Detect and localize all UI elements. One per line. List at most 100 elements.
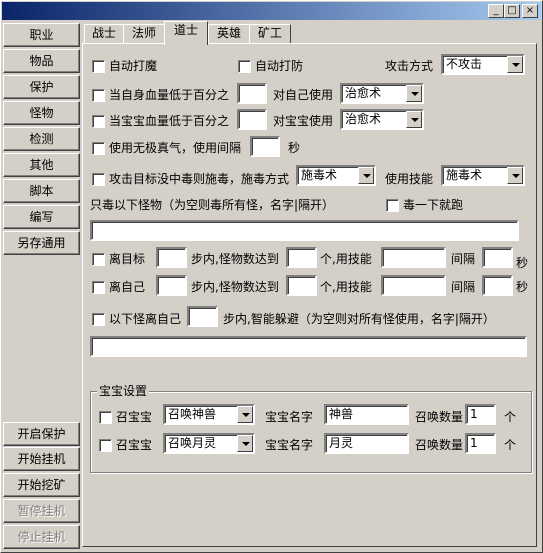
chevron-down-icon[interactable] <box>507 167 523 184</box>
start-auto-button[interactable]: 开始挂机 <box>3 447 80 471</box>
away-target-skill-input[interactable] <box>381 247 446 268</box>
attack-mode-select[interactable]: 不攻击 <box>441 54 525 75</box>
pet-1-count-unit: 个 <box>504 410 517 424</box>
auto-defense-label: 自动打防 <box>255 59 304 73</box>
self-skill-value: 治愈术 <box>345 86 382 100</box>
summon-pet-2-skill-value: 召唤月灵 <box>168 436 217 450</box>
pet-2-name-input[interactable]: 月灵 <box>324 433 409 454</box>
chevron-down-icon[interactable] <box>507 56 523 73</box>
chevron-down-icon[interactable] <box>237 435 253 452</box>
pet-hp-label: 当宝宝血量低于百分之 <box>109 114 230 128</box>
count-skill-label: 个,用技能 <box>320 252 372 266</box>
steps-label: 步内,怪物数达到 <box>191 252 279 266</box>
poison-run-checkbox[interactable] <box>386 199 399 212</box>
chevron-down-icon[interactable] <box>237 406 253 423</box>
away-target-label: 离目标 <box>109 252 146 266</box>
chevron-down-icon[interactable] <box>358 167 374 184</box>
wuji-seconds-label: 秒 <box>288 141 301 155</box>
summon-pet-1-label: 召宝宝 <box>116 410 153 424</box>
away-self-checkbox[interactable] <box>92 281 105 294</box>
away-self-count-input[interactable] <box>286 275 317 296</box>
use-skill-value: 施毒术 <box>446 168 483 182</box>
away-target-checkbox[interactable] <box>92 253 105 266</box>
summon-pet-2-label: 召宝宝 <box>116 438 153 452</box>
sidebar-edit-button[interactable]: 编写 <box>3 205 80 229</box>
monster-near-label: 以下怪离自己 <box>109 312 182 326</box>
sidebar-script-button[interactable]: 脚本 <box>3 179 80 203</box>
summon-pet-2-checkbox[interactable] <box>99 439 112 452</box>
auto-charm-checkbox[interactable] <box>92 60 105 73</box>
tab-taoist[interactable]: 道士 <box>164 21 208 45</box>
self-hp-label: 当自身血量低于百分之 <box>109 88 230 102</box>
away-target-count-input[interactable] <box>286 247 317 268</box>
pet-use-label: 对宝宝使用 <box>273 114 334 128</box>
monster-near-steps-input[interactable] <box>187 306 218 327</box>
monster-near-checkbox[interactable] <box>92 313 105 326</box>
sidebar-monster-button[interactable]: 怪物 <box>3 101 80 125</box>
pet-hp-checkbox[interactable] <box>92 115 105 128</box>
sidebar-job-button[interactable]: 职业 <box>3 23 80 47</box>
start-mining-button[interactable]: 开始挖矿 <box>3 473 80 497</box>
away-target-interval-input[interactable] <box>482 247 513 268</box>
tab-hero[interactable]: 英雄 <box>208 24 250 44</box>
steps-label: 步内,怪物数达到 <box>191 280 279 294</box>
minimize-button[interactable]: _ <box>488 4 504 18</box>
poison-mode-select[interactable]: 施毒术 <box>296 165 376 186</box>
away-target-steps-input[interactable] <box>156 247 187 268</box>
stop-auto-button[interactable]: 停止挂机 <box>3 525 80 549</box>
pause-auto-button[interactable]: 暂停挂机 <box>3 499 80 523</box>
use-skill-select[interactable]: 施毒术 <box>441 165 525 186</box>
sidebar-items-button[interactable]: 物品 <box>3 49 80 73</box>
pet-1-name-input[interactable]: 神兽 <box>324 404 409 425</box>
poison-mode-value: 施毒术 <box>301 168 338 182</box>
attack-mode-value: 不攻击 <box>446 57 483 71</box>
self-skill-select[interactable]: 治愈术 <box>340 83 424 104</box>
summon-pet-2-skill-select[interactable]: 召唤月灵 <box>163 433 255 454</box>
sidebar-protect-button[interactable]: 保护 <box>3 75 80 99</box>
attack-mode-label: 攻击方式 <box>385 59 434 73</box>
sidebar-detect-button[interactable]: 检测 <box>3 127 80 151</box>
maximize-button[interactable]: □ <box>504 4 520 18</box>
sidebar-other-button[interactable]: 其他 <box>3 153 80 177</box>
wuji-checkbox[interactable] <box>92 142 105 155</box>
pet-1-count-input[interactable]: 1 <box>465 404 496 425</box>
away-self-skill-input[interactable] <box>381 275 446 296</box>
title-bar[interactable] <box>2 2 541 20</box>
away-self-interval-input[interactable] <box>482 275 513 296</box>
pet-2-name-label: 宝宝名字 <box>265 438 314 452</box>
seconds-label: 秒 <box>516 280 529 294</box>
poison-monster-list-input[interactable] <box>90 220 519 241</box>
start-protect-button[interactable]: 开启保护 <box>3 422 80 446</box>
tab-miner[interactable]: 矿工 <box>249 24 291 44</box>
summon-pet-1-skill-select[interactable]: 召唤神兽 <box>163 404 255 425</box>
pet-2-count-label: 召唤数量 <box>415 438 464 452</box>
pet-settings-title: 宝宝设置 <box>97 384 150 398</box>
pet-2-count-unit: 个 <box>504 438 517 452</box>
wuji-interval-input[interactable] <box>250 136 280 157</box>
away-self-steps-input[interactable] <box>156 275 187 296</box>
close-button[interactable]: × <box>522 4 538 18</box>
wuji-label: 使用无极真气，使用间隔 <box>109 141 242 155</box>
pet-skill-select[interactable]: 治愈术 <box>340 109 424 130</box>
sidebar-save-common-button[interactable]: 另存通用 <box>3 231 80 255</box>
summon-pet-1-checkbox[interactable] <box>99 411 112 424</box>
self-hp-checkbox[interactable] <box>92 89 105 102</box>
self-use-label: 对自己使用 <box>273 88 334 102</box>
poison-only-label: 只毒以下怪物（为空则毒所有怪，名字|隔开） <box>90 198 335 212</box>
pet-1-count-label: 召唤数量 <box>415 410 464 424</box>
chevron-down-icon[interactable] <box>406 85 422 102</box>
poison-checkbox[interactable] <box>92 173 105 186</box>
chevron-down-icon[interactable] <box>406 111 422 128</box>
seconds-label: 秒 <box>516 256 529 270</box>
auto-defense-checkbox[interactable] <box>238 60 251 73</box>
smart-dodge-label: 步内,智能躲避（为空则对所有怪使用，名字|隔开） <box>223 312 495 326</box>
self-hp-percent-input[interactable] <box>237 83 267 104</box>
use-skill-label: 使用技能 <box>385 172 434 186</box>
pet-skill-value: 治愈术 <box>345 112 382 126</box>
pet-2-count-input[interactable]: 1 <box>465 433 496 454</box>
pet-hp-percent-input[interactable] <box>237 109 267 130</box>
dodge-monster-list-input[interactable] <box>90 336 527 357</box>
pet-1-name-label: 宝宝名字 <box>265 410 314 424</box>
tab-mage[interactable]: 法师 <box>123 24 165 44</box>
tab-warrior[interactable]: 战士 <box>84 24 124 44</box>
